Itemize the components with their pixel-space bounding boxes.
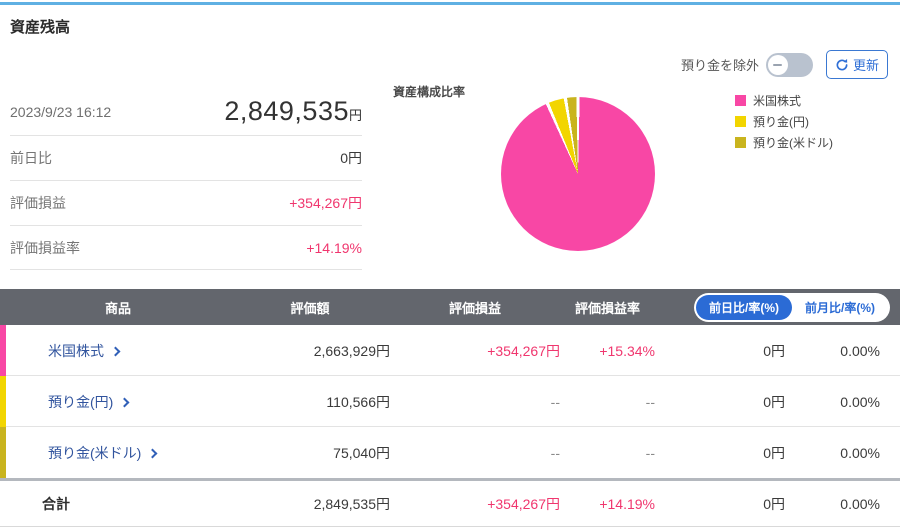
day-change-pct-cell: 0.00%	[840, 342, 880, 359]
pl-cell: +354,267円	[487, 495, 560, 512]
summary-row-pl-pct: 評価損益率 +14.19%	[10, 225, 362, 270]
col-header-product: 商品	[104, 300, 131, 316]
toggle-knob	[767, 54, 788, 75]
asset-summary-panel: 2023/9/23 16:12 2,849,535円 前日比 0円 評価損益 +…	[10, 88, 362, 270]
legend-swatch	[735, 137, 746, 148]
day-change-cell: 0円	[763, 495, 785, 512]
legend-label: 預り金(米ドル)	[753, 136, 833, 150]
pl-pct-cell: +14.19%	[599, 495, 655, 512]
total-label: 合計	[42, 495, 70, 512]
total-asset-value: 2,849,535円	[224, 96, 362, 126]
day-change-pct-cell: 0.00%	[840, 444, 880, 461]
pl-pct-cell: --	[645, 444, 655, 461]
pl-pct-cell: +15.34%	[599, 342, 655, 359]
top-accent-line	[0, 2, 900, 5]
exclude-deposit-toggle[interactable]	[765, 52, 813, 77]
page-title: 資産残高	[10, 19, 71, 36]
pl-cell: --	[550, 444, 560, 461]
minus-icon	[773, 63, 783, 66]
summary-row-pl: 評価損益 +354,267円	[10, 180, 362, 225]
summary-label: 前日比	[10, 150, 52, 166]
col-header-pl: 評価損益	[448, 300, 501, 316]
product-link[interactable]: 預り金(円)	[6, 392, 230, 412]
period-toggle-month[interactable]: 前月比/率(%)	[792, 295, 888, 320]
asset-table: 商品 評価額 評価損益 評価損益率 前日比/率(%) 前月比/率(%) 米国株式…	[0, 289, 900, 527]
period-toggle-day[interactable]: 前日比/率(%)	[696, 295, 792, 320]
product-link[interactable]: 預り金(米ドル)	[6, 443, 230, 463]
summary-label: 評価損益	[10, 195, 66, 211]
pl-cell: --	[550, 393, 560, 410]
table-row-deposit-jpy[interactable]: 預り金(円) 110,566円 -- -- 0円 0.00%	[0, 376, 900, 427]
exclude-deposit-toggle-label: 預り金を除外	[680, 58, 759, 73]
day-change-cell: 0円	[763, 444, 785, 461]
summary-label: 評価損益率	[10, 239, 80, 256]
header-controls: 預り金を除外 更新	[681, 50, 888, 79]
refresh-icon	[835, 58, 849, 72]
product-link[interactable]: 米国株式	[6, 341, 230, 361]
legend-label: 預り金(円)	[753, 115, 809, 129]
pie-chart-legend: 米国株式預り金(円) 預り金(米ドル)	[735, 92, 833, 155]
asset-composition-pie-chart	[501, 97, 655, 251]
chevron-right-icon	[147, 448, 158, 458]
chevron-right-icon	[119, 397, 130, 407]
pl-cell: +354,267円	[487, 342, 560, 359]
day-change-cell: 0円	[763, 393, 785, 410]
table-row-deposit-usd[interactable]: 預り金(米ドル) 75,040円 -- -- 0円 0.00%	[0, 427, 900, 478]
summary-value: +354,267円	[289, 195, 362, 211]
table-row-us-stocks[interactable]: 米国株式 2,663,929円 +354,267円 +15.34% 0円 0.0…	[0, 325, 900, 376]
legend-item: 預り金(米ドル)	[735, 134, 833, 151]
summary-row-day-change: 前日比 0円	[10, 135, 362, 180]
valuation-cell: 2,663,929円	[313, 342, 390, 359]
table-header: 商品 評価額 評価損益 評価損益率 前日比/率(%) 前月比/率(%)	[0, 289, 900, 325]
refresh-label: 更新	[852, 58, 879, 73]
timestamp: 2023/9/23 16:12	[10, 103, 112, 120]
legend-item: 預り金(円)	[735, 113, 833, 130]
table-row-total: 合計 2,849,535円 +354,267円 +14.19% 0円 0.00%	[0, 481, 900, 527]
day-change-pct-cell: 0.00%	[840, 393, 880, 410]
legend-label: 米国株式	[753, 94, 802, 108]
col-header-pl-pct: 評価損益率	[574, 300, 640, 316]
valuation-cell: 75,040円	[333, 444, 390, 461]
chevron-right-icon	[110, 346, 121, 356]
legend-item: 米国株式	[735, 92, 833, 109]
day-change-cell: 0円	[763, 342, 785, 359]
period-toggle: 前日比/率(%) 前月比/率(%)	[694, 293, 890, 322]
legend-swatch	[735, 95, 746, 106]
summary-value: +14.19%	[306, 239, 362, 256]
legend-swatch	[735, 116, 746, 127]
refresh-button[interactable]: 更新	[825, 50, 888, 79]
day-change-pct-cell: 0.00%	[840, 495, 880, 512]
pie-chart-title: 資産構成比率	[393, 85, 466, 99]
pl-pct-cell: --	[645, 393, 655, 410]
valuation-cell: 2,849,535円	[313, 495, 390, 512]
valuation-cell: 110,566円	[326, 393, 390, 410]
summary-value: 0円	[340, 150, 362, 166]
col-header-valuation: 評価額	[290, 300, 330, 316]
